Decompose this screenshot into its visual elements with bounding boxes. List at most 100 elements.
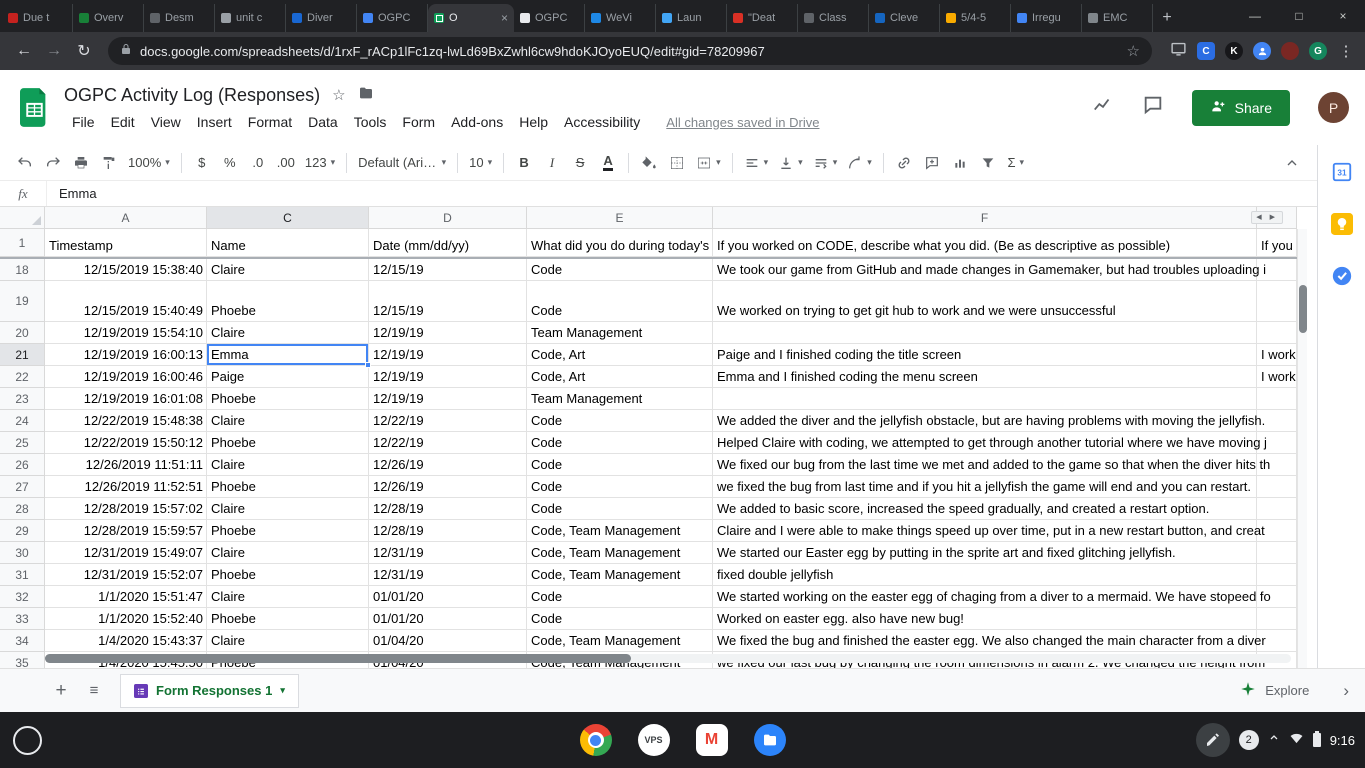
functions-button[interactable]: Σ — [1003, 150, 1029, 176]
extension-k-icon[interactable]: K — [1225, 42, 1243, 60]
cell[interactable]: 12/22/2019 15:50:12 — [45, 432, 207, 454]
cell[interactable]: Code — [527, 454, 713, 476]
cell[interactable]: 12/15/2019 15:40:49 — [45, 281, 207, 322]
cell[interactable] — [713, 388, 1257, 410]
text-wrap-button[interactable] — [809, 150, 842, 176]
cell[interactable] — [1257, 454, 1297, 476]
insert-chart-button[interactable] — [947, 150, 973, 176]
cell[interactable]: Phoebe — [207, 476, 369, 498]
cell[interactable] — [1257, 410, 1297, 432]
calendar-icon[interactable]: 31 — [1331, 161, 1353, 183]
decrease-decimals-button[interactable]: .0 — [245, 150, 271, 176]
cell[interactable]: Claire — [207, 454, 369, 476]
cell[interactable]: Phoebe — [207, 564, 369, 586]
back-button[interactable]: ← — [10, 42, 38, 60]
tasks-icon[interactable] — [1331, 265, 1353, 287]
activity-dashboard-icon[interactable] — [1092, 94, 1114, 121]
cell[interactable]: 12/28/19 — [369, 520, 527, 542]
row-header[interactable]: 22 — [0, 366, 45, 388]
row-header[interactable]: 29 — [0, 520, 45, 542]
browser-tab[interactable]: Desm — [144, 4, 215, 32]
cell[interactable]: Claire and I were able to make things sp… — [713, 520, 1257, 542]
all-sheets-button[interactable]: ≡ — [76, 682, 112, 699]
row-header[interactable]: 30 — [0, 542, 45, 564]
stylus-tools-button[interactable] — [1196, 723, 1230, 757]
row-header[interactable]: 18 — [0, 259, 45, 281]
cell[interactable]: Team Management — [527, 388, 713, 410]
cell[interactable]: 01/01/20 — [369, 586, 527, 608]
italic-button[interactable]: I — [539, 150, 565, 176]
close-button[interactable]: × — [1321, 9, 1365, 23]
strikethrough-button[interactable]: S — [567, 150, 593, 176]
sheet-bar-chevron-icon[interactable]: › — [1343, 681, 1349, 701]
cell[interactable]: 12/28/2019 15:59:57 — [45, 520, 207, 542]
cell[interactable]: Paige and I finished coding the title sc… — [713, 344, 1257, 366]
cell[interactable]: Code, Art — [527, 366, 713, 388]
cell[interactable]: Phoebe — [207, 520, 369, 542]
browser-tab[interactable]: Cleve — [869, 4, 940, 32]
bold-button[interactable]: B — [511, 150, 537, 176]
vertical-scrollbar[interactable] — [1297, 229, 1307, 668]
cell[interactable]: We started our Easter egg by putting in … — [713, 542, 1257, 564]
row-header[interactable]: 25 — [0, 432, 45, 454]
cell[interactable] — [1257, 476, 1297, 498]
cell[interactable]: 12/15/2019 15:38:40 — [45, 259, 207, 281]
row-header[interactable]: 27 — [0, 476, 45, 498]
menu-form[interactable]: Form — [394, 112, 443, 132]
star-document-icon[interactable]: ☆ — [332, 86, 345, 104]
print-button[interactable] — [68, 150, 94, 176]
cell[interactable] — [1257, 259, 1297, 281]
vps-icon[interactable]: VPS — [638, 724, 670, 756]
cell[interactable] — [1257, 388, 1297, 410]
notification-counter[interactable]: 2 — [1239, 730, 1259, 750]
menu-insert[interactable]: Insert — [189, 112, 240, 132]
row-header[interactable]: 20 — [0, 322, 45, 344]
increase-decimals-button[interactable]: .00 — [273, 150, 299, 176]
move-to-folder-icon[interactable] — [358, 85, 374, 105]
cell[interactable]: 01/01/20 — [369, 608, 527, 630]
cell[interactable]: 12/28/2019 15:57:02 — [45, 498, 207, 520]
cell[interactable]: Code — [527, 281, 713, 322]
save-status[interactable]: All changes saved in Drive — [666, 115, 819, 130]
header-cell[interactable]: Date (mm/dd/yy) — [369, 229, 527, 257]
omnibox[interactable]: docs.google.com/spreadsheets/d/1rxF_rACp… — [108, 37, 1152, 65]
row-header[interactable]: 32 — [0, 586, 45, 608]
cell[interactable]: We worked on trying to get git hub to wo… — [713, 281, 1257, 322]
text-color-button[interactable]: A — [595, 150, 621, 176]
vertical-scrollbar-thumb[interactable] — [1299, 285, 1307, 333]
insert-comment-button[interactable] — [919, 150, 945, 176]
cell[interactable]: Code, Team Management — [527, 520, 713, 542]
cell[interactable]: Claire — [207, 630, 369, 652]
chrome-icon[interactable] — [580, 724, 612, 756]
cell[interactable]: We fixed our bug from the last time we m… — [713, 454, 1257, 476]
reload-button[interactable]: ↻ — [70, 41, 98, 61]
cell[interactable]: Worked on easter egg. also have new bug! — [713, 608, 1257, 630]
browser-tab[interactable]: OGPC — [357, 4, 428, 32]
account-avatar[interactable]: P — [1318, 92, 1349, 123]
cell[interactable] — [1257, 586, 1297, 608]
browser-tab[interactable]: WeVi — [585, 4, 656, 32]
minimize-button[interactable]: — — [1233, 9, 1277, 23]
browser-tab[interactable]: Class — [798, 4, 869, 32]
cell[interactable]: Phoebe — [207, 432, 369, 454]
cell[interactable]: 12/31/19 — [369, 542, 527, 564]
column-header-A[interactable]: A — [45, 207, 207, 229]
bookmark-star-icon[interactable]: ☆ — [1127, 42, 1140, 60]
extension-person-icon[interactable] — [1253, 42, 1271, 60]
url-text[interactable]: docs.google.com/spreadsheets/d/1rxF_rACp… — [140, 44, 1119, 59]
paint-format-button[interactable] — [96, 150, 122, 176]
menu-help[interactable]: Help — [511, 112, 556, 132]
cell[interactable]: Code, Team Management — [527, 564, 713, 586]
cell[interactable]: Claire — [207, 542, 369, 564]
cell[interactable]: 12/15/19 — [369, 281, 527, 322]
tab-close-icon[interactable]: × — [501, 11, 508, 25]
cell[interactable]: Emma — [207, 344, 369, 366]
cell[interactable]: 12/19/19 — [369, 366, 527, 388]
cell[interactable]: We started working on the easter egg of … — [713, 586, 1257, 608]
cell[interactable]: Team Management — [527, 322, 713, 344]
menu-view[interactable]: View — [143, 112, 189, 132]
new-tab-button[interactable]: + — [1153, 4, 1181, 32]
menu-accessibility[interactable]: Accessibility — [556, 112, 648, 132]
cell[interactable]: Paige — [207, 366, 369, 388]
cell[interactable]: Code — [527, 476, 713, 498]
